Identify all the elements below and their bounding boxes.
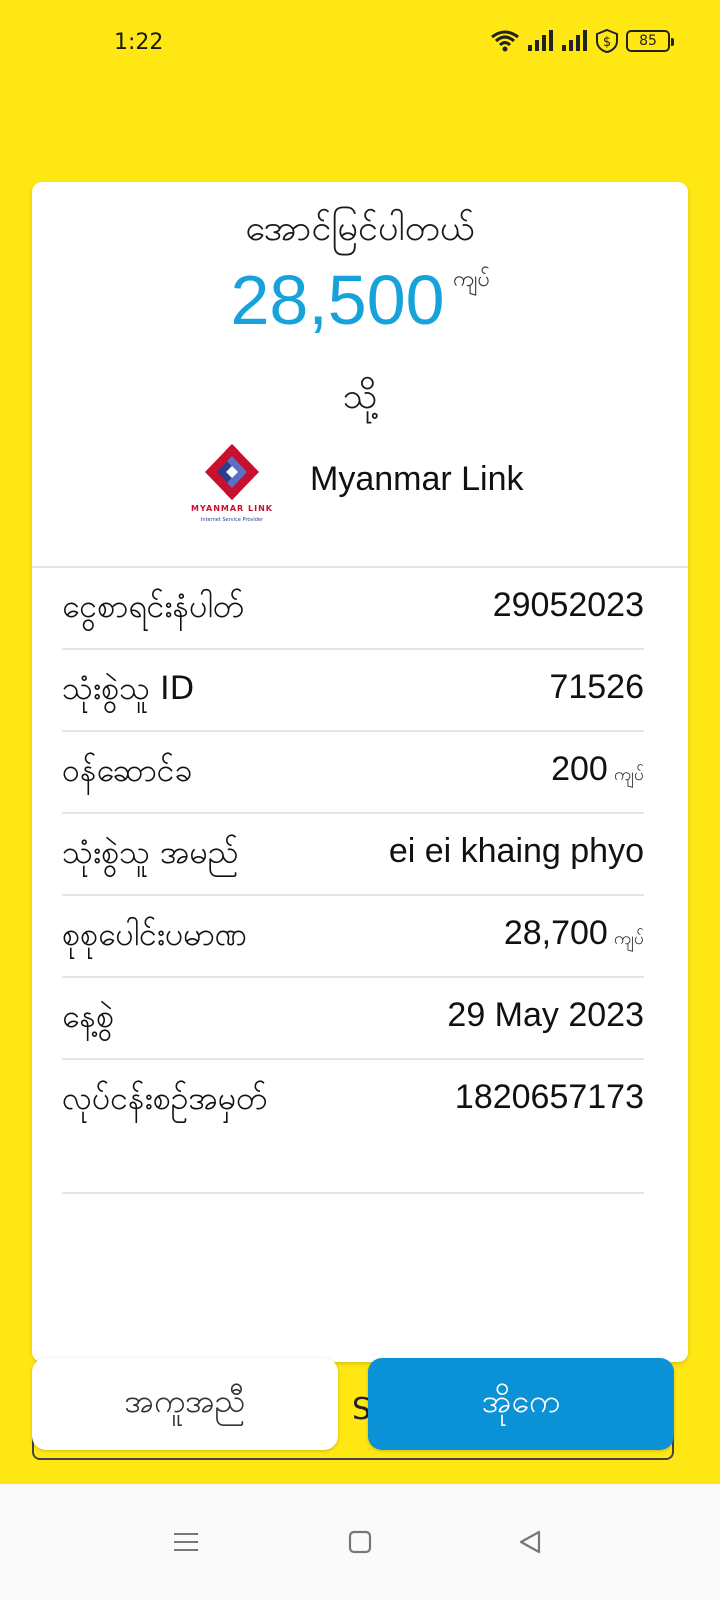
- status-bar: 1:22 $ 85: [0, 0, 720, 90]
- value-unit: ကျပ်: [613, 928, 644, 948]
- detail-value: 1820657173: [455, 1078, 644, 1192]
- status-time: 1:22: [114, 30, 164, 55]
- detail-label: လုပ်ငန်းစဉ်အမှတ်: [62, 1079, 268, 1117]
- myanmar-link-logo: MYANMAR LINK Internet Service Provider: [177, 442, 287, 532]
- to-label: သို့: [342, 376, 378, 417]
- detail-value: ei ei khaing phyo: [389, 832, 644, 894]
- screen: 1:22 $ 85 အောင်မြင်ပါတယ် 28,500 ကျပ် သို…: [0, 0, 720, 1600]
- detail-value: 200 ကျပ်: [551, 750, 644, 812]
- value-unit: ကျပ်: [613, 764, 644, 784]
- ok-button[interactable]: အိုကေ: [368, 1358, 674, 1450]
- value-text: 1820657173: [454, 1078, 644, 1116]
- shield-dollar-icon: $: [594, 28, 620, 54]
- battery-level: 85: [639, 33, 657, 49]
- value-text: 200: [551, 750, 608, 788]
- value-text: 29 May 2023: [447, 996, 644, 1034]
- detail-value: 28,700 ကျပ်: [504, 914, 644, 976]
- detail-row-date: နေ့စွဲ 29 May 2023: [62, 978, 644, 1060]
- detail-label: စုစုပေါင်းပမာဏ: [62, 915, 247, 953]
- detail-row-transaction-id: လုပ်ငန်းစဉ်အမှတ် 1820657173: [62, 1060, 644, 1194]
- success-title: အောင်မြင်ပါတယ်: [245, 208, 475, 249]
- value-text: 71526: [549, 668, 644, 706]
- amount-unit: ကျပ်: [452, 267, 490, 292]
- status-icons: $ 85: [490, 28, 674, 54]
- detail-row-service-fee: ဝန်ဆောင်ခ 200 ကျပ်: [62, 732, 644, 814]
- detail-label: သုံးစွဲသူ အမည်: [62, 833, 239, 871]
- detail-value: 71526: [549, 668, 644, 730]
- detail-row-account-number: ငွေစာရင်းနံပါတ် 29052023: [62, 568, 644, 650]
- detail-row-user-name: သုံးစွဲသူ အမည် ei ei khaing phyo: [62, 814, 644, 896]
- detail-value: 29052023: [493, 586, 644, 648]
- signal-icon-1: [526, 29, 554, 53]
- help-button[interactable]: အကူအညီ: [32, 1358, 338, 1450]
- recipient: MYANMAR LINK Internet Service Provider M…: [32, 442, 688, 542]
- wifi-icon: [490, 29, 520, 53]
- detail-row-user-id: သုံးစွဲသူ ID 71526: [62, 650, 644, 732]
- value-text: ei ei khaing phyo: [388, 832, 644, 870]
- receipt-card: အောင်မြင်ပါတယ် 28,500 ကျပ် သို့ MYANMAR L…: [32, 182, 688, 1362]
- logo-subtext: Internet Service Provider: [200, 517, 264, 523]
- detail-label: ဝန်ဆောင်ခ: [62, 751, 193, 789]
- detail-label: ငွေစာရင်းနံပါတ်: [62, 587, 245, 625]
- navigation-bar: [0, 1484, 720, 1600]
- home-icon[interactable]: [338, 1520, 382, 1564]
- svg-text:$: $: [603, 35, 611, 50]
- detail-value: 29 May 2023: [447, 996, 644, 1058]
- logo-text: MYANMAR LINK: [191, 504, 273, 513]
- back-icon[interactable]: [508, 1520, 552, 1564]
- signal-icon-2: [560, 29, 588, 53]
- value-text: 28,700: [503, 914, 608, 952]
- detail-label: သုံးစွဲသူ ID: [62, 669, 195, 707]
- details-list: ငွေစာရင်းနံပါတ် 29052023 သုံးစွဲသူ ID 71…: [62, 568, 644, 1194]
- recipient-name: Myanmar Link: [310, 460, 524, 498]
- detail-label: နေ့စွဲ: [62, 997, 114, 1035]
- amount-row: 28,500 ကျပ်: [32, 260, 688, 340]
- menu-icon[interactable]: [164, 1520, 208, 1564]
- amount-value: 28,500: [230, 261, 445, 339]
- detail-row-total-amount: စုစုပေါင်းပမာဏ 28,700 ကျပ်: [62, 896, 644, 978]
- value-text: 29052023: [492, 586, 644, 624]
- battery-icon: 85: [626, 30, 674, 52]
